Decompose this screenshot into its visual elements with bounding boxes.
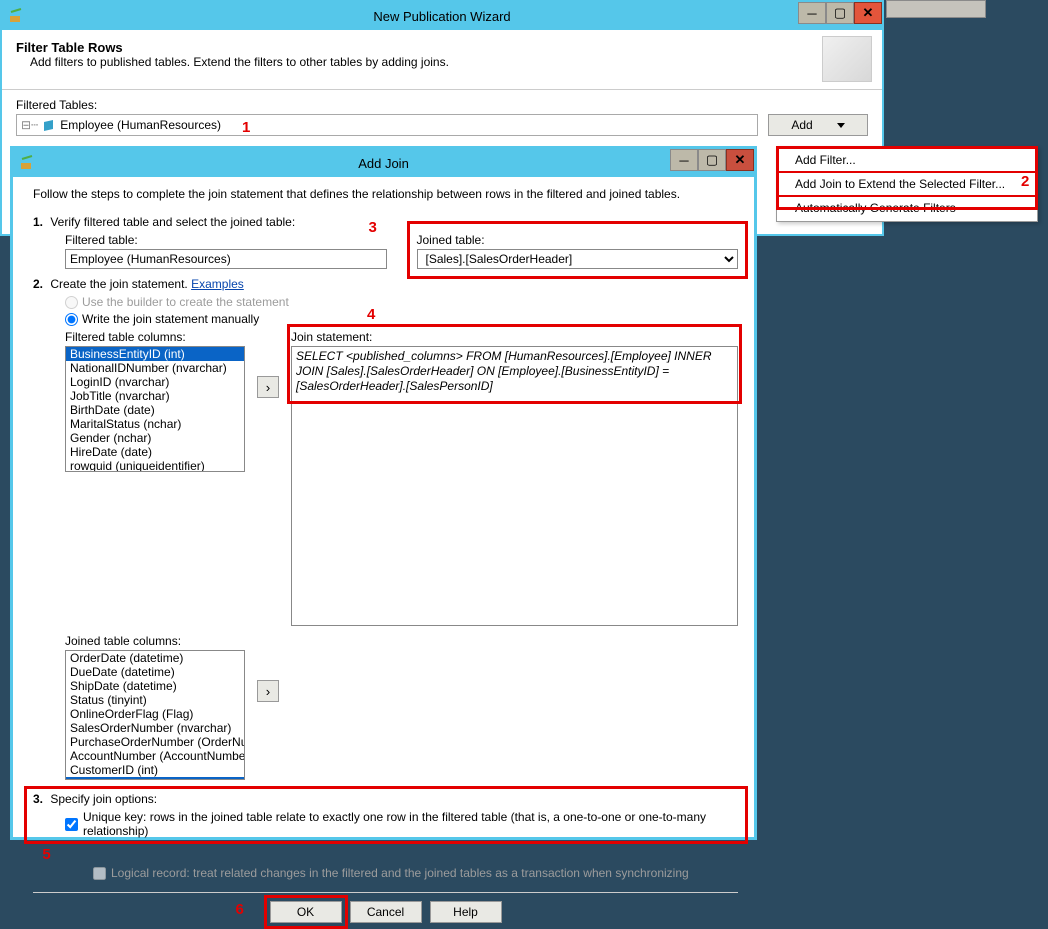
joined-columns-list[interactable]: OrderDate (datetime)DueDate (datetime)Sh… — [65, 650, 245, 780]
intro-text: Follow the steps to complete the join st… — [33, 187, 738, 201]
header-title: Filter Table Rows — [16, 40, 868, 55]
join-statement-label: Join statement: — [291, 330, 738, 344]
move-right-button-1[interactable]: › — [257, 376, 279, 398]
joined-col-item[interactable]: Status (tinyint) — [66, 693, 244, 707]
step-3-number: 3. — [33, 792, 47, 806]
addjoin-title: Add Join — [13, 156, 754, 171]
joined-col-item[interactable]: PurchaseOrderNumber (OrderNum — [66, 735, 244, 749]
header-subtitle: Add filters to published tables. Extend … — [30, 55, 868, 69]
addjoin-minimize-button[interactable]: ─ — [670, 149, 698, 171]
filtered-col-item[interactable]: NationalIDNumber (nvarchar) — [66, 361, 244, 375]
uniquekey-checkbox-row[interactable]: Unique key: rows in the joined table rel… — [65, 810, 738, 838]
step-2-number: 2. — [33, 277, 47, 291]
joined-col-item[interactable]: SalesOrderNumber (nvarchar) — [66, 721, 244, 735]
close-button[interactable]: ✕ — [854, 2, 882, 24]
joined-col-item[interactable]: OnlineOrderFlag (Flag) — [66, 707, 244, 721]
joined-col-item[interactable]: ShipDate (datetime) — [66, 679, 244, 693]
filtered-col-item[interactable]: JobTitle (nvarchar) — [66, 389, 244, 403]
menu-add-join[interactable]: Add Join to Extend the Selected Filter..… — [777, 171, 1037, 197]
joined-cols-label: Joined table columns: — [65, 634, 245, 648]
joined-col-item[interactable]: CustomerID (int) — [66, 763, 244, 777]
joined-table-label: Joined table: — [417, 233, 739, 247]
maximize-button[interactable]: ▢ — [826, 2, 854, 24]
add-button[interactable]: Add — [768, 114, 868, 136]
menu-auto-generate[interactable]: Automatically Generate Filters — [777, 197, 1037, 219]
addjoin-close-button[interactable]: ✕ — [726, 149, 754, 171]
examples-link[interactable]: Examples — [191, 277, 244, 291]
tree-item-employee[interactable]: ⊟┄ Employee (HumanResources) — [17, 115, 757, 135]
joined-col-item[interactable]: AccountNumber (AccountNumber) — [66, 749, 244, 763]
radio-manual[interactable]: Write the join statement manually — [65, 312, 738, 326]
move-right-button-2[interactable]: › — [257, 680, 279, 702]
step-3-text: Specify join options: — [50, 792, 157, 806]
minimize-button[interactable]: ─ — [798, 2, 826, 24]
filtered-col-item[interactable]: rowguid (uniqueidentifier) — [66, 459, 244, 472]
add-dropdown-menu: Add Filter... Add Join to Extend the Sel… — [776, 146, 1038, 222]
filtered-col-item[interactable]: BirthDate (date) — [66, 403, 244, 417]
help-button[interactable]: Help — [430, 901, 502, 923]
table-icon — [42, 118, 56, 132]
cancel-button[interactable]: Cancel — [350, 901, 422, 923]
joined-col-item[interactable]: OrderDate (datetime) — [66, 651, 244, 665]
logicalrecord-label: Logical record: treat related changes in… — [111, 866, 689, 880]
filtered-col-item[interactable]: HireDate (date) — [66, 445, 244, 459]
join-statement-box[interactable]: SELECT <published_columns> FROM [HumanRe… — [291, 346, 738, 626]
addjoin-maximize-button[interactable]: ▢ — [698, 149, 726, 171]
logicalrecord-checkbox-row: Logical record: treat related changes in… — [93, 866, 738, 880]
filtered-tables-tree[interactable]: ⊟┄ Employee (HumanResources) — [16, 114, 758, 136]
step-1-text: Verify filtered table and select the joi… — [50, 215, 295, 229]
joined-table-select[interactable]: [Sales].[SalesOrderHeader] — [417, 249, 739, 269]
menu-add-filter[interactable]: Add Filter... — [777, 149, 1037, 171]
logicalrecord-checkbox — [93, 867, 106, 880]
filtered-col-item[interactable]: Gender (nchar) — [66, 431, 244, 445]
filtered-table-label: Filtered table: — [65, 233, 387, 247]
stray-ui-bar — [886, 0, 986, 18]
step-2-text: Create the join statement. — [50, 277, 187, 291]
uniquekey-checkbox[interactable] — [65, 818, 78, 831]
step-1-number: 1. — [33, 215, 47, 229]
joined-col-item[interactable]: SalesPersonID (int) — [66, 777, 244, 780]
filtered-table-field — [65, 249, 387, 269]
chevron-down-icon — [837, 123, 845, 128]
filtered-col-item[interactable]: BusinessEntityID (int) — [66, 347, 244, 361]
addjoin-titlebar[interactable]: Add Join ─ ▢ ✕ — [13, 149, 754, 177]
ok-button[interactable]: OK — [270, 901, 342, 923]
filtered-columns-list[interactable]: BusinessEntityID (int)NationalIDNumber (… — [65, 346, 245, 472]
header-graphic-icon — [822, 36, 872, 82]
radio-builder[interactable]: Use the builder to create the statement — [65, 295, 738, 309]
filtered-col-item[interactable]: MaritalStatus (nchar) — [66, 417, 244, 431]
filtered-cols-label: Filtered table columns: — [65, 330, 245, 344]
uniquekey-label: Unique key: rows in the joined table rel… — [83, 810, 738, 838]
tree-item-label: Employee (HumanResources) — [60, 118, 221, 132]
filtered-col-item[interactable]: LoginID (nvarchar) — [66, 375, 244, 389]
joined-col-item[interactable]: DueDate (datetime) — [66, 665, 244, 679]
add-join-window: Add Join ─ ▢ ✕ Follow the steps to compl… — [10, 146, 757, 840]
main-title: New Publication Wizard — [2, 9, 882, 24]
wizard-header: Filter Table Rows Add filters to publish… — [2, 30, 882, 90]
main-titlebar[interactable]: New Publication Wizard ─ ▢ ✕ — [2, 2, 882, 30]
filtered-tables-label: Filtered Tables: — [16, 98, 868, 112]
